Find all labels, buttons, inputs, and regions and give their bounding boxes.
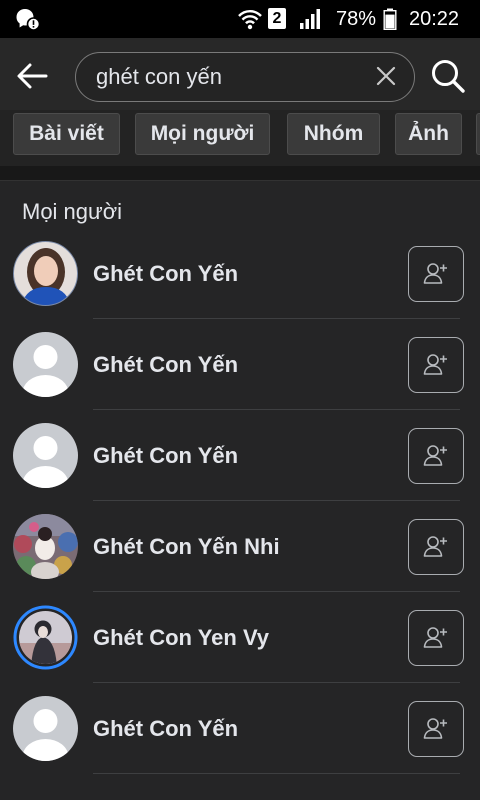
- add-friend-button[interactable]: [408, 246, 464, 302]
- default-avatar-icon[interactable]: [13, 332, 78, 397]
- add-friend-button[interactable]: [408, 701, 464, 757]
- people-results-section: Mọi người Ghét Con Yến Ghét Con Yến Ghét…: [0, 180, 480, 800]
- person-name[interactable]: Ghét Con Yến Nhi: [93, 501, 280, 592]
- alert-notification-icon: [16, 9, 41, 31]
- avatar-with-story-ring[interactable]: [13, 605, 78, 670]
- filter-chip-groups[interactable]: Nhóm: [287, 113, 380, 155]
- add-friend-button[interactable]: [408, 610, 464, 666]
- search-box[interactable]: [75, 52, 415, 102]
- search-icon: [432, 60, 465, 93]
- search-header: Bài viết Mọi người Nhóm Ảnh: [0, 38, 480, 166]
- avatar[interactable]: [13, 514, 78, 579]
- add-friend-button[interactable]: [408, 519, 464, 575]
- filter-chip-photos[interactable]: Ảnh: [395, 113, 462, 155]
- row-divider: [93, 773, 460, 774]
- section-title: Mọi người: [22, 199, 123, 224]
- add-friend-icon: [423, 536, 447, 557]
- person-name[interactable]: Ghét Con Yến: [93, 319, 238, 410]
- avatar[interactable]: [13, 241, 78, 306]
- back-button[interactable]: [14, 60, 50, 92]
- app-screen: 2 78% 20:22 ghét con yến Bài viết Mọi ng…: [0, 0, 480, 800]
- add-friend-button[interactable]: [408, 337, 464, 393]
- search-input[interactable]: [96, 53, 366, 100]
- person-result-row[interactable]: Ghét Con Yến: [0, 683, 480, 774]
- close-icon: [376, 66, 396, 86]
- filter-chip-people[interactable]: Mọi người: [135, 113, 270, 155]
- add-friend-icon: [423, 718, 447, 739]
- battery-percent: 78%: [336, 8, 377, 30]
- wifi-icon: [238, 10, 262, 30]
- back-arrow-icon: [17, 63, 48, 89]
- add-friend-icon: [423, 445, 447, 466]
- person-result-row[interactable]: Ghét Con Yến: [0, 228, 480, 319]
- person-name[interactable]: Ghét Con Yến: [93, 228, 238, 319]
- search-button[interactable]: [428, 56, 468, 96]
- person-result-row[interactable]: Ghét Con Yến: [0, 410, 480, 501]
- person-name[interactable]: Ghét Con Yen Vy: [93, 592, 269, 683]
- default-avatar-icon[interactable]: [13, 696, 78, 761]
- person-name[interactable]: Ghét Con Yến: [93, 683, 238, 774]
- filter-chip-posts[interactable]: Bài viết: [13, 113, 120, 155]
- person-result-row[interactable]: Ghét Con Yến Nhi: [0, 501, 480, 592]
- battery-icon: [383, 8, 397, 30]
- clock: 20:22: [409, 8, 460, 30]
- person-result-row[interactable]: Ghét Con Yến: [0, 319, 480, 410]
- add-friend-icon: [423, 263, 447, 284]
- person-name[interactable]: Ghét Con Yến: [93, 410, 238, 501]
- add-friend-button[interactable]: [408, 428, 464, 484]
- filter-chip-more[interactable]: [476, 113, 480, 155]
- clear-search-button[interactable]: [374, 64, 398, 88]
- signal-icon: [300, 9, 320, 29]
- add-friend-icon: [423, 627, 447, 648]
- filter-chip-bar: Bài viết Mọi người Nhóm Ảnh: [0, 110, 480, 166]
- default-avatar-icon[interactable]: [13, 423, 78, 488]
- person-result-row[interactable]: Ghét Con Yen Vy: [0, 592, 480, 683]
- sim-slot-badge: 2: [268, 8, 286, 29]
- status-bar: 2 78% 20:22: [0, 0, 480, 38]
- add-friend-icon: [423, 354, 447, 375]
